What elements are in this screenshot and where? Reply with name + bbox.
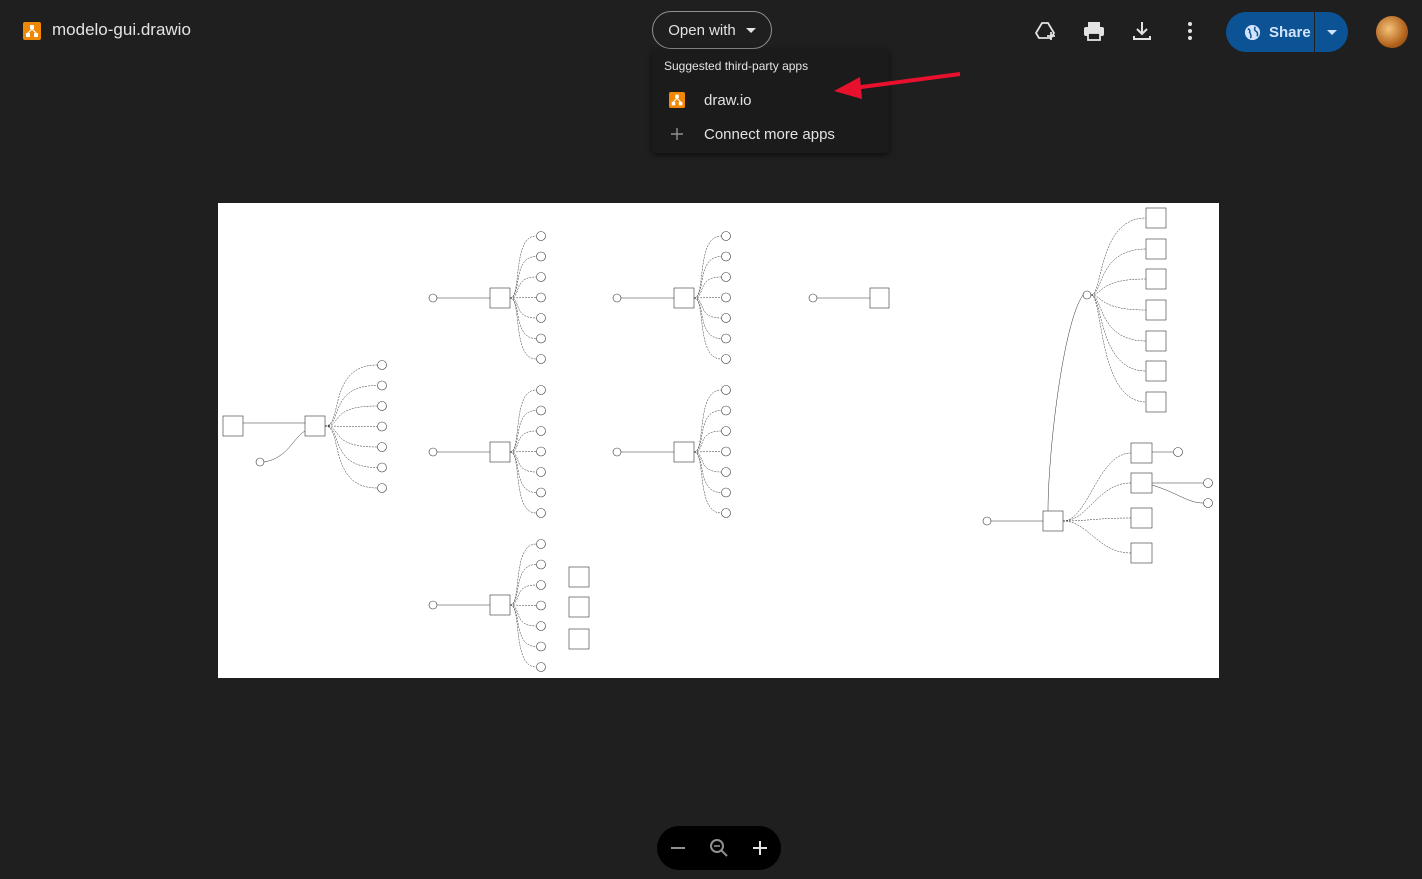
diagram-preview (218, 203, 1219, 678)
menu-item-label: Connect more apps (704, 126, 835, 143)
zoom-reset-icon[interactable] (707, 836, 731, 860)
open-with-button[interactable]: Open with (652, 11, 772, 49)
open-with-label: Open with (668, 21, 736, 39)
drawio-icon (669, 92, 685, 108)
caret-down-icon (1326, 29, 1337, 35)
zoom-out-icon[interactable] (666, 836, 690, 860)
zoom-toolbar (657, 826, 781, 870)
red-arrow-annotation (834, 72, 961, 99)
diagram-image (222, 207, 1213, 672)
zoom-in-icon[interactable] (748, 836, 772, 860)
file-name: modelo-gui.drawio (52, 20, 191, 39)
globe-icon (1244, 24, 1261, 40)
download-icon[interactable] (1130, 19, 1154, 43)
share-dropdown-button[interactable] (1315, 12, 1348, 52)
avatar[interactable] (1376, 16, 1408, 48)
menu-item-label: draw.io (704, 92, 752, 109)
print-icon[interactable] (1082, 19, 1106, 43)
add-to-drive-icon[interactable] (1034, 19, 1058, 43)
menu-header: Suggested third-party apps (664, 59, 809, 73)
share-button-group: Share (1226, 12, 1348, 52)
caret-down-icon (745, 27, 756, 33)
plus-icon (671, 128, 683, 140)
menu-item-connect-more-apps[interactable]: Connect more apps (652, 118, 889, 150)
share-label: Share (1269, 23, 1311, 41)
share-button[interactable]: Share (1226, 12, 1314, 52)
more-vert-icon[interactable] (1178, 19, 1202, 43)
drawio-icon (23, 22, 41, 40)
